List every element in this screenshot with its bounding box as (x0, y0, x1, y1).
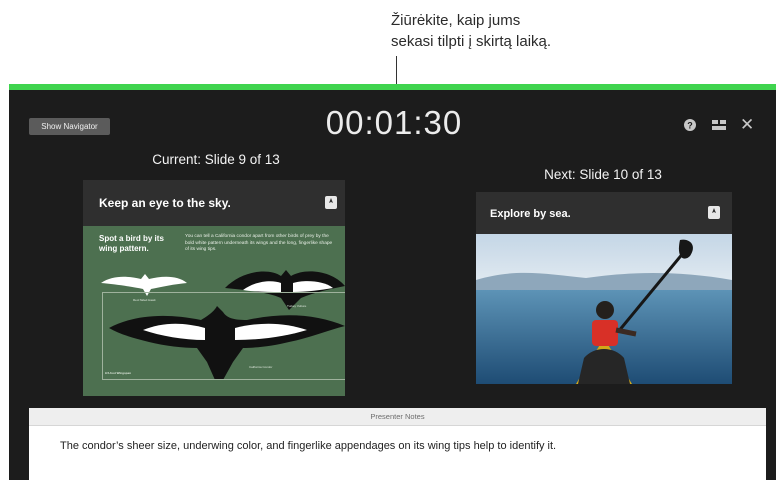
help-icon[interactable]: ? (683, 117, 697, 133)
svg-text:?: ? (687, 121, 693, 131)
callout-line-1: Žiūrėkite, kaip jums (391, 12, 521, 29)
next-slide-title: Explore by sea. (490, 208, 571, 220)
next-slide-label: Next: Slide 10 of 13 (544, 167, 662, 182)
presenter-display-window: Show Navigator 00:01:30 ? ✕ Current: Sli… (9, 84, 776, 480)
timer-status-bar (9, 84, 776, 90)
presenter-notes-header: Presenter Notes (29, 408, 766, 426)
condor-frame (102, 292, 345, 380)
current-slide-preview: Keep an eye to the sky. Spot a bird by i… (83, 180, 345, 396)
show-navigator-button[interactable]: Show Navigator (29, 118, 110, 135)
caption-wingspan: 9.5-foot Wingspan (105, 371, 131, 375)
kayak-photo (476, 234, 732, 384)
close-icon[interactable]: ✕ (740, 116, 754, 133)
next-slide-logo-icon (708, 206, 720, 219)
presenter-notes-panel[interactable]: Presenter Notes The condor’s sheer size,… (29, 408, 766, 480)
callout-text: Žiūrėkite, kaip jums sekasi tilpti į ski… (391, 10, 611, 52)
presenter-notes-text[interactable]: The condor’s sheer size, underwing color… (60, 440, 750, 452)
elapsed-timer[interactable]: 00:01:30 (299, 104, 489, 142)
current-slide-label: Current: Slide 9 of 13 (152, 152, 280, 167)
next-slide-preview: Explore by sea. (476, 192, 732, 384)
callout-line-2: sekasi tilpti į skirtą laiką. (391, 33, 552, 50)
caption-condor: California Condor (249, 365, 273, 369)
layout-icon[interactable] (711, 117, 727, 133)
